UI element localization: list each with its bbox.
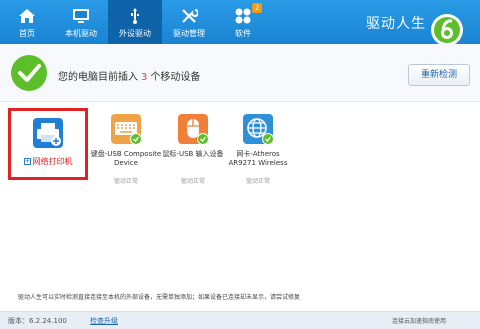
device-mouse[interactable]: 鼠标-USB 输入设备 驱动正常: [157, 112, 229, 206]
device-network-card[interactable]: 网卡-Atheros AR9271 Wireless 驱动正常: [222, 112, 294, 206]
nav-software-label: 软件: [235, 29, 251, 38]
device-network-printer[interactable]: + 网络打印机: [8, 108, 88, 180]
nav-peripheral-drivers[interactable]: 外设驱动: [108, 0, 162, 44]
apps-icon: [235, 8, 251, 24]
device-name: 键盘-USB Composite Device: [90, 150, 162, 167]
version-label: 版本：6.2.24.100: [8, 317, 67, 325]
printer-icon: [33, 118, 63, 148]
footer-bar: 版本：6.2.24.100 检查升级 连接云加速指南使用: [0, 311, 480, 329]
device-name: 网络打印机: [32, 157, 73, 166]
app-logo-icon: [431, 14, 463, 46]
device-name: 网卡-Atheros AR9271 Wireless: [228, 150, 288, 167]
device-name: 鼠标-USB 输入设备: [162, 150, 224, 158]
keyboard-icon: [111, 114, 142, 145]
home-icon: [19, 9, 35, 23]
nav-home[interactable]: 首页: [0, 0, 54, 44]
plus-icon: +: [23, 157, 31, 165]
cloud-guide-link[interactable]: 连接云加速指南使用: [392, 316, 446, 325]
device-keyboard[interactable]: 键盘-USB Composite Device 驱动正常: [90, 112, 162, 206]
status-prefix: 您的电脑目前插入: [58, 72, 138, 83]
tools-icon: [182, 8, 198, 23]
driver-status: 驱动正常: [245, 178, 270, 185]
nav-software[interactable]: 软件 2: [216, 0, 270, 44]
driver-status: 驱动正常: [180, 178, 205, 185]
usb-icon: [131, 8, 139, 24]
software-badge: 2: [252, 3, 262, 13]
monitor-icon: [73, 9, 89, 23]
network-icon: [243, 114, 274, 145]
add-network-printer[interactable]: + 网络打印机: [23, 156, 73, 167]
device-grid: + 网络打印机 键盘-USB Composite Device 驱动正常 鼠标-…: [0, 104, 480, 284]
nav-local-drivers-label: 本机驱动: [65, 29, 97, 38]
main-nav: 首页 本机驱动 外设驱动 驱动管理 软件 2: [0, 0, 270, 44]
nav-local-drivers[interactable]: 本机驱动: [54, 0, 108, 44]
device-count-message: 您的电脑目前插入 3 个移动设备: [58, 68, 200, 83]
driver-status: 驱动正常: [113, 178, 138, 185]
info-message: 驱动人生可以实时检测直接连接至本机的外部设备，无需单独添加；如果设备已连接却未显…: [18, 294, 301, 301]
success-check-icon: [11, 55, 47, 91]
check-update-link[interactable]: 检查升级: [90, 316, 118, 326]
nav-peripheral-drivers-label: 外设驱动: [119, 29, 151, 38]
mouse-icon: [178, 114, 209, 145]
status-suffix: 个移动设备: [150, 72, 201, 83]
top-toolbar: 首页 本机驱动 外设驱动 驱动管理 软件 2 驱动人生: [0, 0, 480, 46]
nav-driver-management[interactable]: 驱动管理: [162, 0, 216, 44]
device-count: 3: [141, 72, 148, 83]
nav-driver-management-label: 驱动管理: [173, 29, 205, 38]
nav-home-label: 首页: [19, 29, 35, 38]
status-header: 您的电脑目前插入 3 个移动设备 重新检测: [0, 44, 480, 102]
app-title: 驱动人生: [366, 16, 426, 32]
redetect-button[interactable]: 重新检测: [408, 64, 470, 86]
